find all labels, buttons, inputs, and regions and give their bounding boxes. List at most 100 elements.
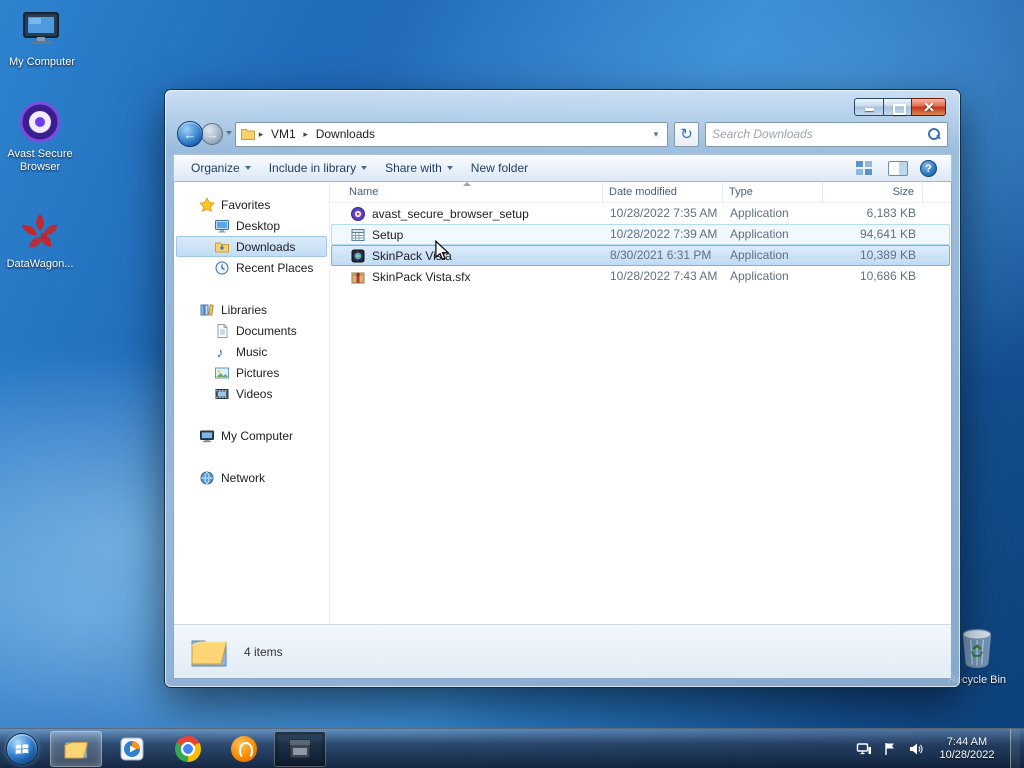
- address-dropdown-icon[interactable]: [649, 129, 663, 140]
- file-type: Application: [730, 227, 789, 241]
- column-header-type[interactable]: Type: [723, 182, 823, 203]
- my-computer-icon: [20, 8, 64, 52]
- sidebar-item-desktop[interactable]: Desktop: [176, 215, 327, 236]
- sidebar-item-recent-places[interactable]: Recent Places: [176, 257, 327, 278]
- minimize-button[interactable]: [854, 98, 884, 116]
- sidebar-label: My Computer: [221, 428, 294, 443]
- taskbar-active-app-button[interactable]: [274, 730, 326, 767]
- views-grid-icon: [856, 161, 872, 175]
- sidebar-label: Documents: [236, 323, 297, 338]
- close-button[interactable]: [911, 98, 946, 116]
- svg-text:♪: ♪: [217, 344, 224, 360]
- file-date: 10/28/2022 7:43 AM: [610, 269, 718, 283]
- desktop-icon-my-computer[interactable]: My Computer: [3, 8, 81, 69]
- taskbar-explorer-button[interactable]: [50, 730, 102, 767]
- details-pane: 4 items: [174, 624, 951, 678]
- change-view-button[interactable]: [856, 161, 876, 175]
- sidebar-item-music[interactable]: ♪ Music: [176, 341, 327, 362]
- breadcrumb-item-vm1[interactable]: VM1: [266, 127, 301, 141]
- help-button[interactable]: [920, 159, 937, 177]
- sidebar-section-network[interactable]: Network: [176, 467, 327, 488]
- search-input[interactable]: [712, 127, 927, 141]
- desktop-icon-label: DataWagon...: [6, 258, 74, 270]
- sidebar-item-documents[interactable]: Documents: [176, 320, 327, 341]
- taskbar-avast-button[interactable]: [218, 731, 270, 767]
- forward-button[interactable]: →: [201, 123, 223, 145]
- sidebar-item-videos[interactable]: Videos: [176, 383, 327, 404]
- desktop-icon-label: Avast Secure Browser: [7, 148, 73, 173]
- toolbar-right-icons: [856, 159, 943, 177]
- sidebar-section-libraries[interactable]: Libraries: [176, 299, 327, 320]
- file-name: Setup: [372, 227, 404, 242]
- search-box: [705, 121, 948, 147]
- column-header-date-modified[interactable]: Date modified: [603, 182, 723, 203]
- downloads-folder-icon: [214, 239, 230, 255]
- taskbar-media-app-button[interactable]: [106, 731, 158, 767]
- avast-setup-file-icon: [350, 206, 366, 222]
- sidebar-section-my-computer[interactable]: My Computer: [176, 425, 327, 446]
- taskbar-chrome-button[interactable]: [162, 731, 214, 767]
- refresh-button[interactable]: ↻: [674, 121, 699, 147]
- sidebar-item-downloads[interactable]: Downloads: [176, 236, 327, 257]
- breadcrumb[interactable]: VM1 Downloads: [235, 121, 668, 147]
- clock-time: 7:44 AM: [946, 735, 988, 748]
- preview-pane-button[interactable]: [888, 160, 908, 176]
- back-button[interactable]: ←: [177, 121, 203, 147]
- maximize-button[interactable]: [883, 98, 912, 116]
- pictures-icon: [214, 365, 230, 381]
- file-size: 94,641 KB: [859, 227, 916, 241]
- videos-icon: [214, 386, 230, 402]
- file-list: Name Date modified Type Size avast_secur…: [330, 182, 951, 624]
- show-desktop-button[interactable]: [1010, 729, 1020, 768]
- file-row-avast-setup[interactable]: avast_secure_browser_setup 10/28/2022 7:…: [331, 203, 950, 224]
- file-row-skinpack-vista[interactable]: SkinPack Vista 8/30/2021 6:31 PM Applica…: [331, 245, 950, 266]
- active-app-window-icon: [289, 739, 311, 758]
- tray-network-icon[interactable]: [856, 741, 872, 757]
- file-size: 10,389 KB: [859, 248, 916, 262]
- file-date: 10/28/2022 7:35 AM: [610, 206, 718, 220]
- sidebar-section-favorites[interactable]: Favorites: [176, 194, 327, 215]
- desktop-icon-datawagon[interactable]: DataWagon...: [1, 210, 79, 271]
- computer-icon: [199, 428, 215, 444]
- file-date: 8/30/2021 6:31 PM: [610, 248, 712, 262]
- desktop-icon-avast-browser[interactable]: Avast Secure Browser: [1, 100, 79, 174]
- sidebar-label: Network: [221, 470, 266, 485]
- media-app-icon: [120, 737, 144, 760]
- sidebar-label: Desktop: [236, 218, 281, 233]
- recent-places-clock-icon: [214, 260, 230, 276]
- nav-history-dropdown-icon[interactable]: [226, 131, 232, 135]
- file-name: SkinPack Vista: [372, 248, 452, 263]
- include-in-library-button[interactable]: Include in library: [260, 157, 376, 179]
- taskbar-clock[interactable]: 7:44 AM 10/28/2022: [934, 736, 1000, 762]
- taskbar: 7:44 AM 10/28/2022: [0, 728, 1024, 768]
- desktop-monitor-icon: [214, 218, 230, 234]
- folder-icon: [190, 635, 228, 669]
- share-with-label: Share with: [385, 161, 442, 175]
- sidebar-item-pictures[interactable]: Pictures: [176, 362, 327, 383]
- back-arrow-icon: ←: [183, 126, 197, 142]
- explorer-client-area: Favorites Desktop Downloads Recent Place…: [173, 182, 952, 679]
- refresh-icon: ↻: [680, 125, 693, 143]
- datawagon-icon: [18, 210, 62, 254]
- file-row-skinpack-vista-sfx[interactable]: SkinPack Vista.sfx 10/28/2022 7:43 AM Ap…: [331, 266, 950, 287]
- sidebar-label: Music: [236, 344, 268, 359]
- chevron-down-icon: [244, 166, 251, 170]
- file-row-setup[interactable]: Setup 10/28/2022 7:39 AM Application 94,…: [331, 224, 950, 245]
- search-icon: [927, 127, 941, 141]
- breadcrumb-separator-icon: [256, 129, 266, 140]
- favorites-star-icon: [199, 196, 215, 213]
- desktop-background[interactable]: My Computer Avast Secure Browser DataWag…: [0, 0, 1024, 768]
- column-header-size[interactable]: Size: [823, 182, 923, 203]
- share-with-button[interactable]: Share with: [376, 157, 462, 179]
- clock-date: 10/28/2022: [939, 748, 995, 761]
- music-note-icon: ♪: [214, 344, 230, 360]
- sidebar-label: Downloads: [236, 239, 296, 254]
- organize-button[interactable]: Organize: [182, 157, 260, 179]
- nav-buttons: ← →: [177, 120, 232, 148]
- new-folder-button[interactable]: New folder: [462, 157, 537, 179]
- start-button[interactable]: [6, 732, 38, 765]
- tray-action-center-flag-icon[interactable]: [882, 741, 898, 757]
- breadcrumb-item-downloads[interactable]: Downloads: [311, 127, 380, 141]
- forward-arrow-icon: →: [205, 126, 219, 142]
- tray-volume-icon[interactable]: [908, 741, 924, 757]
